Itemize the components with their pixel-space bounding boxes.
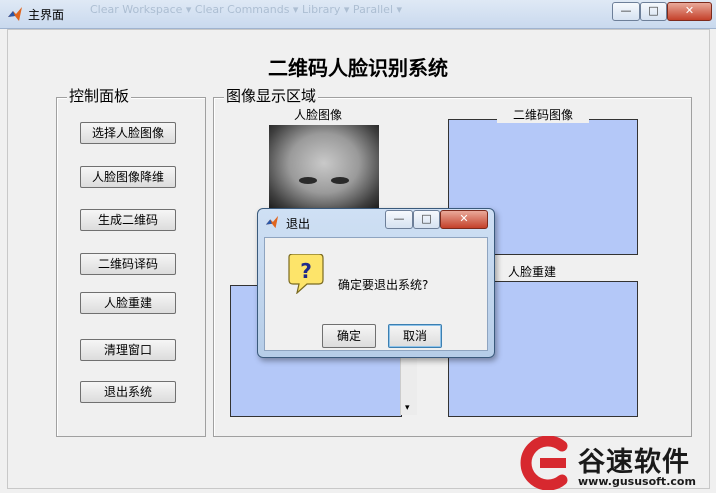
exit-system-button[interactable]: 退出系统 (80, 381, 176, 403)
matlab-icon (265, 215, 279, 229)
select-face-button[interactable]: 选择人脸图像 (80, 122, 176, 144)
rebuild-face-label: 人脸重建 (504, 263, 561, 280)
background-toolbar-text: Clear Workspace ▾ Clear Commands ▾ Libra… (90, 3, 403, 16)
close-icon: ✕ (459, 212, 469, 225)
dialog-minimize-button[interactable]: — (385, 210, 413, 229)
clear-window-button[interactable]: 清理窗口 (80, 339, 176, 361)
dialog-maximize-button[interactable]: □ (413, 210, 440, 229)
qr-image-label: 二维码图像 (497, 106, 589, 123)
brand-logo-icon (520, 436, 568, 490)
maximize-button[interactable]: □ (640, 2, 667, 21)
window-title: 主界面 (28, 8, 65, 22)
question-icon: ? (288, 254, 324, 294)
dialog-close-button[interactable]: ✕ (440, 210, 488, 229)
face-photo (269, 125, 379, 210)
minimize-button[interactable]: — (612, 2, 640, 21)
maximize-icon: □ (648, 4, 659, 17)
ok-button[interactable]: 确定 (322, 324, 376, 348)
close-button[interactable]: ✕ (667, 2, 712, 21)
brand-url: www.gususoft.com (578, 475, 696, 488)
question-mark: ? (300, 259, 312, 283)
dialog-message: 确定要退出系统? (338, 278, 429, 292)
title-bar: 主界面 Clear Workspace ▾ Clear Commands ▾ L… (0, 0, 716, 29)
close-icon: ✕ (684, 4, 695, 17)
matlab-icon (8, 7, 22, 21)
maximize-icon: □ (421, 212, 432, 225)
dialog-title: 退出 (286, 217, 311, 231)
minimize-icon: — (393, 212, 405, 225)
cancel-button[interactable]: 取消 (388, 324, 442, 348)
minimize-icon: — (620, 4, 632, 17)
dialog-body: ? 确定要退出系统? 确定 取消 (264, 237, 488, 351)
brand-name: 谷速软件 (578, 447, 690, 478)
generate-qr-button[interactable]: 生成二维码 (80, 209, 176, 231)
exit-dialog: 退出 — □ ✕ ? 确定要退出系统? 确定 取消 (257, 208, 495, 358)
scroll-down-icon[interactable]: ▾ (405, 403, 410, 413)
control-panel-legend: 控制面板 (67, 87, 132, 105)
display-panel-legend: 图像显示区域 (224, 87, 319, 105)
face-image-label: 人脸图像 (290, 106, 347, 123)
app-title: 二维码人脸识别系统 (268, 56, 448, 80)
reduce-dimension-button[interactable]: 人脸图像降维 (80, 166, 176, 188)
decode-qr-button[interactable]: 二维码译码 (80, 253, 176, 275)
rebuild-face-button[interactable]: 人脸重建 (80, 292, 176, 314)
